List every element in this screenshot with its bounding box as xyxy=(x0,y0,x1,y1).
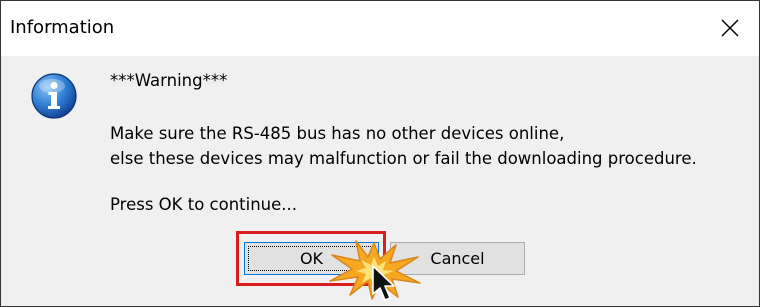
title-bar: Information xyxy=(1,1,759,56)
warning-heading: ***Warning*** xyxy=(110,71,228,90)
message-line-2: else these devices may malfunction or fa… xyxy=(110,149,697,168)
dialog-title: Information xyxy=(10,17,115,38)
message-line-3: Press OK to continue... xyxy=(110,195,298,214)
ok-button-label: OK xyxy=(299,249,324,268)
close-button[interactable] xyxy=(703,1,759,56)
mouse-pointer-icon xyxy=(372,265,395,301)
cancel-button-label: Cancel xyxy=(430,249,485,268)
message-line-1: Make sure the RS-485 bus has no other de… xyxy=(110,124,565,143)
information-icon xyxy=(31,73,77,119)
information-dialog: Information ***Warning*** Make sure the … xyxy=(0,0,760,307)
close-icon xyxy=(721,19,739,37)
